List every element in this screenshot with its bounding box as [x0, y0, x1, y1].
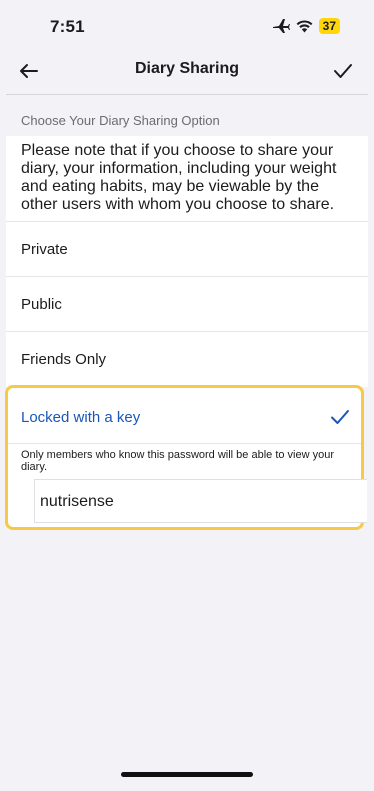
- option-public[interactable]: Public: [6, 276, 368, 332]
- option-private[interactable]: Private: [6, 221, 368, 277]
- option-label: Public: [21, 296, 62, 313]
- option-label: Locked with a key: [21, 409, 141, 426]
- home-indicator[interactable]: [121, 772, 253, 777]
- battery-icon: 37: [318, 18, 340, 34]
- status-bar: 7:51 37: [0, 0, 374, 52]
- nav-bar: Diary Sharing: [0, 52, 374, 90]
- password-input[interactable]: nutrisense: [34, 479, 367, 523]
- wifi-icon: [296, 19, 313, 32]
- header-divider: [6, 94, 368, 95]
- password-hint: Only members who know this password will…: [21, 449, 335, 473]
- page-title: Diary Sharing: [134, 60, 240, 77]
- option-label: Friends Only: [21, 351, 107, 368]
- locked-option-group: Locked with a key Only members who know …: [5, 385, 367, 530]
- option-label: Private: [21, 241, 68, 258]
- option-locked-with-key[interactable]: Locked with a key: [8, 388, 361, 444]
- airplane-icon: [272, 19, 290, 33]
- status-time: 7:51: [50, 17, 85, 36]
- status-icons: 37: [272, 18, 340, 34]
- section-header: Choose Your Diary Sharing Option: [21, 113, 220, 128]
- done-checkmark-icon[interactable]: [330, 58, 356, 84]
- option-friends-only[interactable]: Friends Only: [6, 331, 368, 387]
- privacy-note: Please note that if you choose to share …: [6, 136, 368, 221]
- selected-checkmark-icon: [331, 410, 349, 424]
